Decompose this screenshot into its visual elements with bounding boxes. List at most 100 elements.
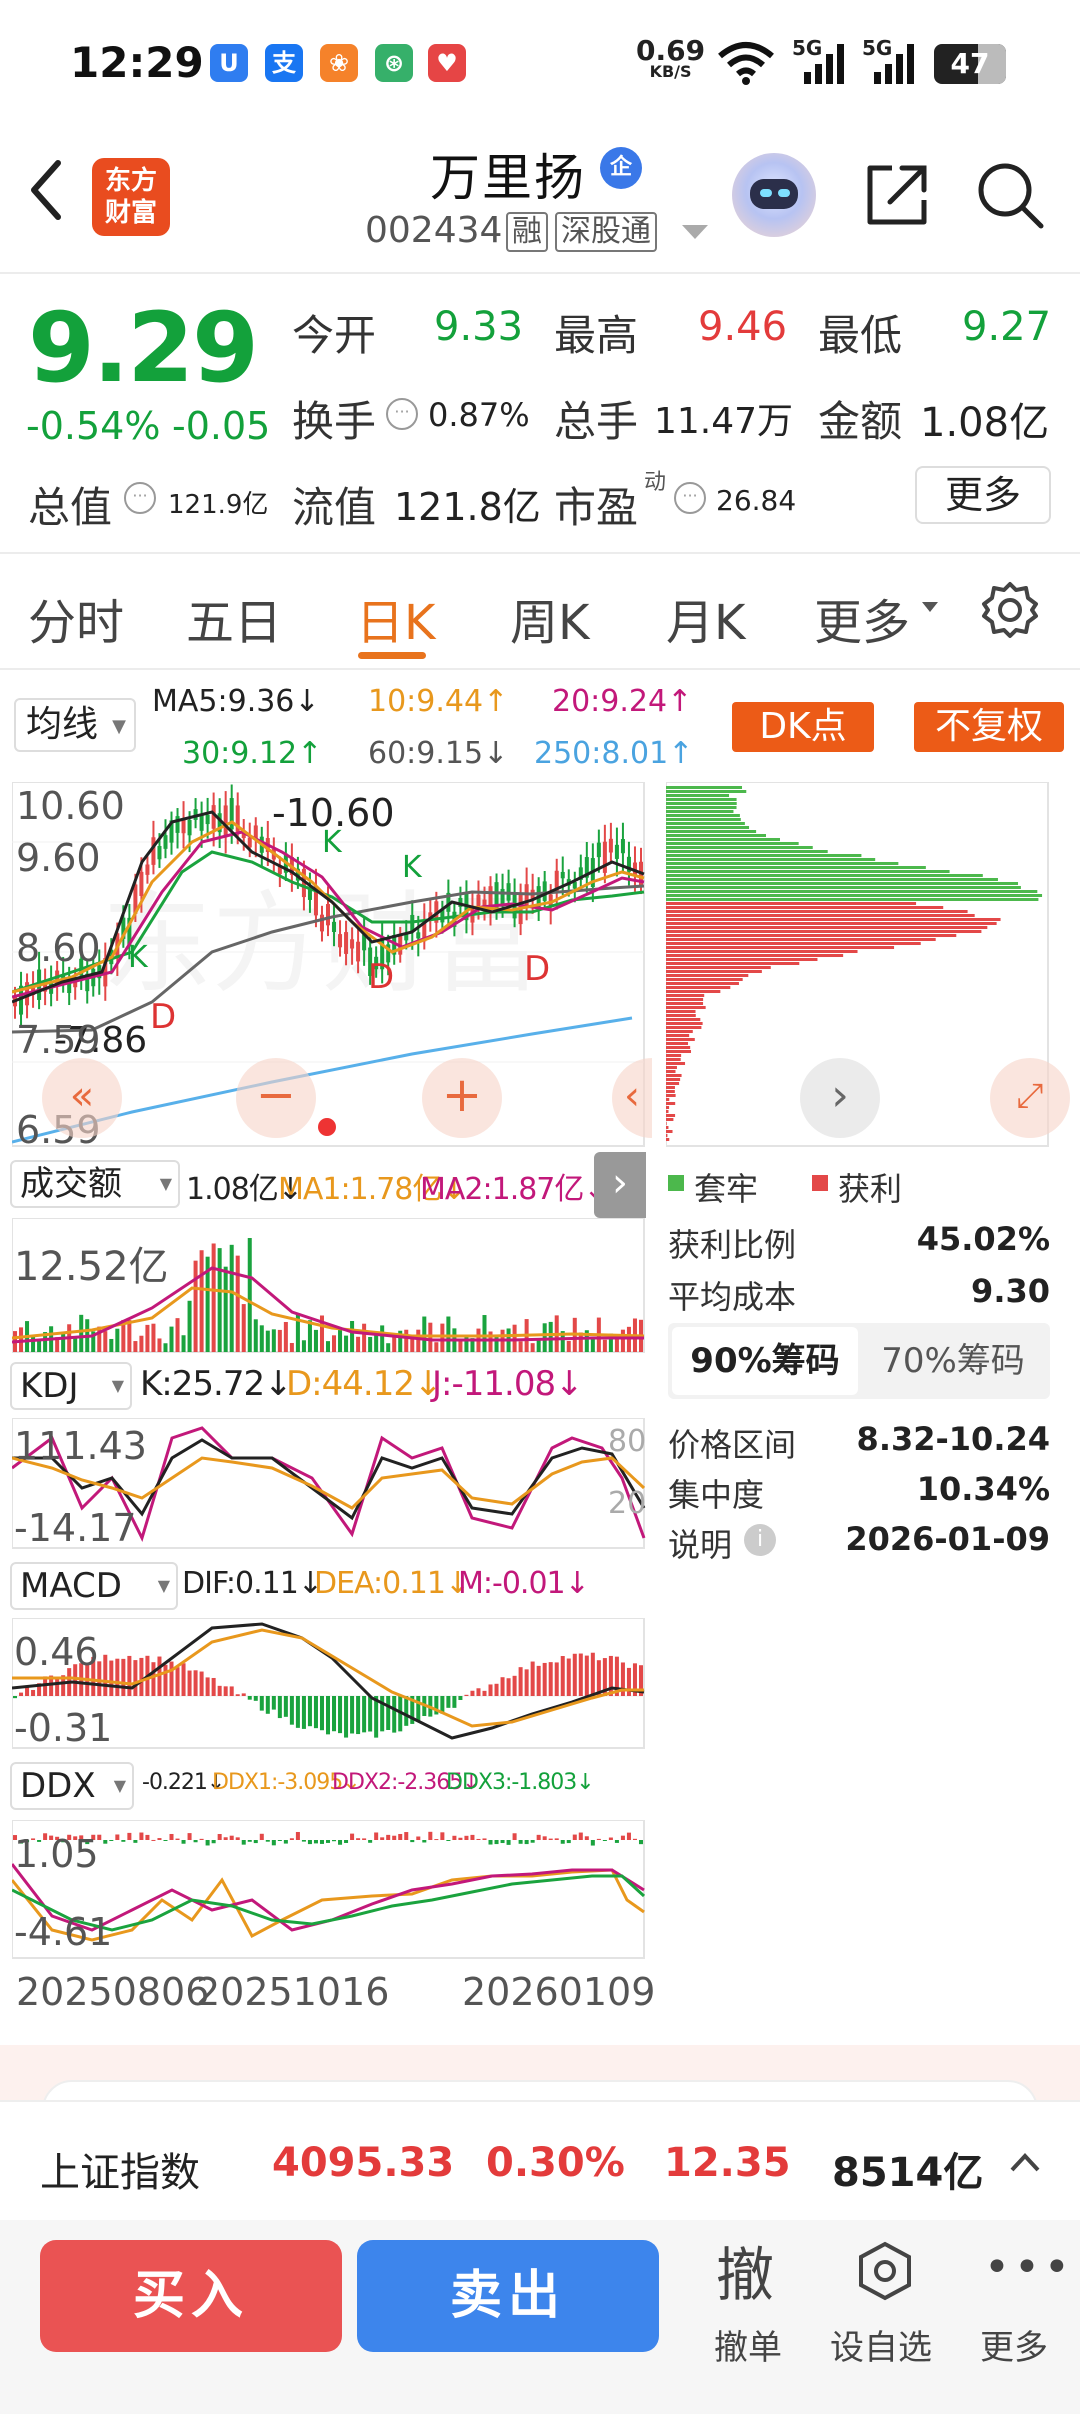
macd-bar-positive: [572, 1653, 577, 1696]
ddx-bar-negative: [301, 1840, 306, 1842]
chip-bar: [666, 1010, 696, 1013]
candle-body: [205, 814, 210, 825]
tab-more[interactable]: 更多: [814, 583, 910, 653]
macd-bar-positive: [470, 1690, 475, 1696]
ddx-bar-positive: [175, 1838, 180, 1840]
chip-bar: [666, 1066, 677, 1069]
chip-bar: [666, 866, 926, 869]
kdj-d: D:44.12↓: [286, 1364, 442, 1404]
ddx-selector[interactable]: DDX ▼: [10, 1762, 134, 1810]
expand-chart-icon[interactable]: ⤢: [990, 1058, 1070, 1138]
ddx-bar-positive: [289, 1838, 294, 1840]
more-actions-icon[interactable]: •••: [984, 2242, 1074, 2293]
ddx-bar-negative: [193, 1840, 198, 1843]
chip-bar: [666, 994, 705, 997]
cancel-order-label[interactable]: 撤单: [714, 2320, 782, 2369]
kdj-selector[interactable]: KDJ ▼: [10, 1362, 132, 1410]
chip-bar: [666, 1110, 669, 1113]
ddx-bar-positive: [452, 1835, 457, 1840]
ddx-bar-positive: [440, 1832, 445, 1840]
share-icon[interactable]: [862, 160, 932, 230]
zoom-in-icon[interactable]: +: [422, 1058, 502, 1138]
candle-body: [602, 841, 607, 873]
macd-selector[interactable]: MACD ▼: [10, 1562, 178, 1610]
sell-button[interactable]: 卖出: [357, 2240, 659, 2352]
volume-bar: [602, 1339, 607, 1352]
macd-bar-negative: [313, 1696, 318, 1729]
search-icon[interactable]: [975, 160, 1045, 230]
chip-70-button[interactable]: 70%筹码: [860, 1327, 1046, 1395]
macd-bar-positive: [19, 1692, 24, 1696]
kdj-level-80: 80: [608, 1424, 647, 1459]
chip-bar: [666, 882, 1019, 885]
chip-bar: [666, 906, 944, 909]
volume-bar: [73, 1337, 78, 1352]
concentration-label: 集中度: [668, 1476, 765, 1514]
signal-icon-2: [874, 44, 914, 84]
volume-bar: [217, 1248, 222, 1352]
macd-bar-positive: [536, 1665, 541, 1696]
chip-bar: [666, 1038, 695, 1041]
add-watchlist-icon[interactable]: [854, 2240, 916, 2302]
scroll-left-fast-icon[interactable]: «: [42, 1058, 122, 1138]
zoom-out-icon[interactable]: −: [236, 1058, 316, 1138]
no-adjust-button[interactable]: 不复权: [914, 702, 1064, 752]
tab-intraday[interactable]: 分时: [28, 583, 124, 653]
volume-bar: [193, 1260, 198, 1352]
ticker-expand-chevron-icon[interactable]: [1008, 2150, 1042, 2174]
chip-bar: [666, 1018, 701, 1021]
stock-switch-chevron-icon[interactable]: [680, 222, 710, 242]
more-stats-button[interactable]: 更多: [915, 466, 1051, 524]
ddx-bar-negative: [638, 1840, 643, 1845]
volume-bar: [380, 1325, 385, 1352]
expand-indicators-icon[interactable]: ›: [594, 1152, 646, 1218]
ddx-bar-positive: [380, 1837, 385, 1840]
volume-ma2: MA2:1.87亿↓: [420, 1172, 609, 1207]
macd-bar-negative: [307, 1696, 312, 1727]
chip-90-button[interactable]: 90%筹码: [672, 1327, 858, 1395]
macd-bar-positive: [229, 1686, 234, 1696]
volume-selector[interactable]: 成交额 ▼: [10, 1160, 180, 1208]
chip-bar: [666, 854, 862, 857]
chip-bar: [666, 874, 983, 877]
note-info-icon[interactable]: i: [744, 1524, 776, 1556]
ma-selector-caret-icon: ▼: [112, 716, 126, 737]
assistant-avatar[interactable]: [732, 153, 816, 237]
volume-bar: [133, 1341, 138, 1352]
ddx-bar-positive: [374, 1832, 379, 1840]
ddx-bar-positive: [512, 1833, 517, 1840]
volume-bar: [109, 1338, 114, 1352]
app-icon-1: U: [210, 44, 248, 82]
volume-bar: [301, 1340, 306, 1352]
kdj-selector-label: KDJ: [20, 1366, 79, 1406]
pe-info-icon[interactable]: ···: [674, 482, 706, 514]
buy-button[interactable]: 买入: [40, 2240, 342, 2352]
turnover-info-icon[interactable]: ···: [386, 398, 418, 430]
k-signal-3: K: [128, 940, 149, 975]
ddx-bar-positive: [632, 1838, 637, 1840]
market-cap-label: 总值: [28, 483, 113, 532]
scroll-right-icon[interactable]: ›: [800, 1058, 880, 1138]
ma-selector[interactable]: 均线 ▼: [14, 698, 136, 752]
add-watchlist-label[interactable]: 设自选: [830, 2320, 932, 2369]
ddx-bar-negative: [590, 1840, 595, 1846]
tab-daily-k[interactable]: 日K: [356, 583, 435, 653]
market-cap-info-icon[interactable]: ···: [124, 482, 156, 514]
ddx-bar-positive: [115, 1834, 120, 1840]
ddx-bar-negative: [446, 1840, 451, 1841]
date-label-2: 20251016: [196, 1970, 390, 2014]
cancel-order-icon[interactable]: 撤: [716, 2228, 774, 2312]
tab-weekly-k[interactable]: 周K: [510, 583, 589, 653]
chart-settings-gear-icon[interactable]: [980, 580, 1040, 640]
more-actions-label[interactable]: 更多: [980, 2320, 1048, 2369]
macd-y-bottom: -0.31: [14, 1706, 113, 1750]
chip-bar: [666, 898, 1039, 901]
macd-m: M:-0.01↓: [458, 1566, 590, 1601]
back-icon[interactable]: [22, 155, 72, 225]
tab-five-day[interactable]: 五日: [186, 583, 282, 653]
tab-monthly-k[interactable]: 月K: [666, 583, 745, 653]
dk-point-button[interactable]: DK点: [732, 702, 874, 752]
ddx-bar-positive: [199, 1838, 204, 1840]
ddx-bar-positive: [584, 1836, 589, 1840]
volume-bar: [199, 1250, 204, 1352]
